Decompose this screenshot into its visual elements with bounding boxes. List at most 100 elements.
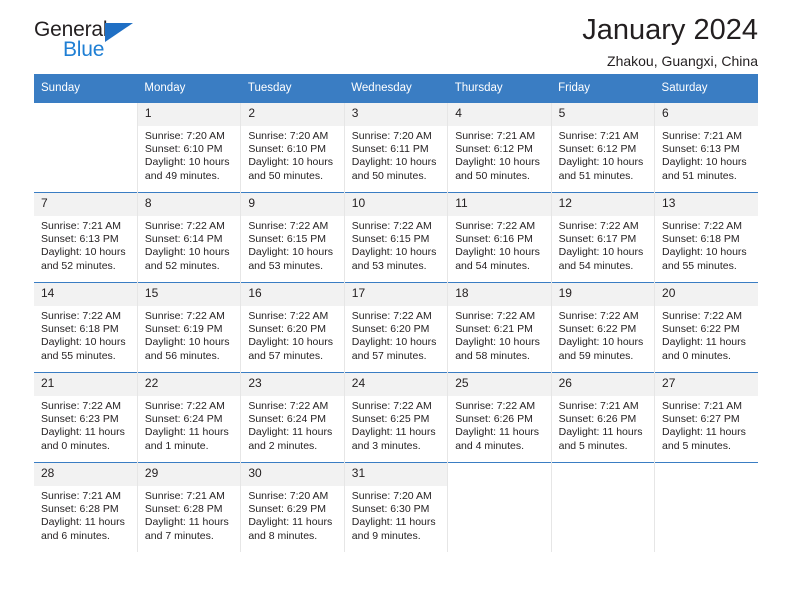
- day-detail-line: Daylight: 10 hours: [662, 246, 747, 259]
- day-number: [448, 463, 551, 486]
- day-detail-line: Sunrise: 7:22 AM: [351, 220, 432, 232]
- day-detail-line: Daylight: 10 hours: [248, 246, 333, 259]
- calendar-day-cell[interactable]: 27 Sunrise: 7:21 AM Sunset: 6:27 PM Dayligh…: [654, 372, 758, 463]
- calendar-day-cell[interactable]: 3 Sunrise: 7:20 AM Sunset: 6:11 PM Daylight…: [343, 102, 448, 193]
- calendar-day-cell[interactable]: 15 Sunrise: 7:22 AM Sunset: 6:19 PM Dayligh…: [136, 282, 241, 373]
- calendar-day-cell[interactable]: 14 Sunrise: 7:22 AM Sunset: 6:18 PM Dayligh…: [34, 282, 138, 373]
- day-detail-line: Daylight: 11 hours: [41, 426, 125, 439]
- day-details: Sunrise: 7:22 AM Sunset: 6:22 PM Daylight:…: [552, 306, 654, 363]
- calendar-day-cell[interactable]: 30 Sunrise: 7:20 AM Sunset: 6:29 PM Dayligh…: [240, 462, 345, 552]
- day-number: 21: [34, 373, 137, 396]
- day-detail-line: Sunrise: 7:22 AM: [41, 400, 121, 412]
- day-details: Sunrise: 7:21 AM Sunset: 6:26 PM Daylight:…: [552, 396, 654, 453]
- day-detail-line: Sunrise: 7:21 AM: [662, 400, 742, 412]
- day-detail-line: Sunrise: 7:21 AM: [144, 490, 225, 502]
- day-number: 20: [655, 283, 758, 306]
- calendar-day-cell[interactable]: 6 Sunrise: 7:21 AM Sunset: 6:13 PM Daylight…: [654, 102, 758, 193]
- calendar-day-cell[interactable]: 22 Sunrise: 7:22 AM Sunset: 6:24 PM Dayligh…: [136, 372, 241, 463]
- day-detail-line: Daylight: 11 hours: [455, 426, 540, 439]
- day-detail-line: Sunset: 6:21 PM: [455, 323, 533, 336]
- day-number: 22: [137, 373, 241, 396]
- day-detail-line: Sunset: 6:16 PM: [455, 233, 533, 246]
- calendar-day-cell[interactable]: 31 Sunrise: 7:20 AM Sunset: 6:30 PM Dayligh…: [343, 462, 448, 552]
- weekday-header-tuesday: Tuesday: [240, 74, 345, 103]
- calendar-week-row: 7 Sunrise: 7:21 AM Sunset: 6:13 PM Daylight…: [34, 192, 758, 283]
- day-details: Sunrise: 7:22 AM Sunset: 6:20 PM Daylight:…: [345, 306, 447, 363]
- calendar-week-row: 14 Sunrise: 7:22 AM Sunset: 6:18 PM Dayligh…: [34, 282, 758, 373]
- calendar-day-cell[interactable]: 4 Sunrise: 7:21 AM Sunset: 6:12 PM Daylight…: [447, 102, 552, 193]
- day-details: Sunrise: 7:22 AM Sunset: 6:15 PM Daylight:…: [241, 216, 343, 273]
- page-header: General Blue January 2024 Zhakou, Guangx…: [34, 0, 758, 74]
- day-details: Sunrise: 7:22 AM Sunset: 6:18 PM Daylight:…: [34, 306, 137, 363]
- calendar-day-cell[interactable]: 29 Sunrise: 7:21 AM Sunset: 6:28 PM Dayligh…: [136, 462, 241, 552]
- calendar-day-cell[interactable]: 19 Sunrise: 7:22 AM Sunset: 6:22 PM Dayligh…: [550, 282, 655, 373]
- calendar-day-cell[interactable]: 18 Sunrise: 7:22 AM Sunset: 6:21 PM Dayligh…: [447, 282, 552, 373]
- day-detail-line: Sunrise: 7:22 AM: [144, 400, 225, 412]
- calendar-day-cell[interactable]: 1 Sunrise: 7:20 AM Sunset: 6:10 PM Daylight…: [136, 102, 241, 193]
- day-detail-line: Sunset: 6:27 PM: [662, 413, 740, 426]
- calendar-day-cell[interactable]: 10 Sunrise: 7:22 AM Sunset: 6:15 PM Dayligh…: [343, 192, 448, 283]
- day-detail-line: Sunrise: 7:22 AM: [662, 220, 742, 232]
- day-details: Sunrise: 7:21 AM Sunset: 6:13 PM Daylight:…: [34, 216, 137, 273]
- day-detail-line: Daylight: 10 hours: [455, 246, 540, 259]
- calendar-day-cell[interactable]: 8 Sunrise: 7:22 AM Sunset: 6:14 PM Daylight…: [136, 192, 241, 283]
- day-details: [448, 486, 550, 490]
- day-detail-line: Daylight: 11 hours: [144, 426, 229, 439]
- calendar-day-cell[interactable]: 11 Sunrise: 7:22 AM Sunset: 6:16 PM Dayligh…: [447, 192, 552, 283]
- calendar-day-cell[interactable]: 26 Sunrise: 7:21 AM Sunset: 6:26 PM Dayligh…: [550, 372, 655, 463]
- day-details: Sunrise: 7:21 AM Sunset: 6:27 PM Daylight:…: [655, 396, 758, 453]
- weekday-header-row: Sunday Monday Tuesday Wednesday Thursday…: [34, 74, 758, 103]
- day-detail-line: Sunrise: 7:22 AM: [455, 220, 536, 232]
- day-detail-line: Sunset: 6:20 PM: [248, 323, 326, 336]
- calendar-day-cell[interactable]: 16 Sunrise: 7:22 AM Sunset: 6:20 PM Dayligh…: [240, 282, 345, 373]
- weekday-header-sunday: Sunday: [34, 74, 138, 103]
- calendar-day-cell[interactable]: 13 Sunrise: 7:22 AM Sunset: 6:18 PM Dayligh…: [654, 192, 758, 283]
- day-detail-line: Sunset: 6:18 PM: [662, 233, 740, 246]
- calendar-day-cell[interactable]: 9 Sunrise: 7:22 AM Sunset: 6:15 PM Daylight…: [240, 192, 345, 283]
- general-blue-logo[interactable]: General Blue: [34, 18, 154, 64]
- day-detail-line: and 49 minutes.: [144, 169, 220, 182]
- day-detail-line: Sunrise: 7:20 AM: [144, 130, 225, 142]
- day-number: 15: [137, 283, 241, 306]
- day-number: [655, 463, 758, 486]
- day-number: 10: [344, 193, 448, 216]
- calendar-day-cell[interactable]: 21 Sunrise: 7:22 AM Sunset: 6:23 PM Dayligh…: [34, 372, 138, 463]
- calendar-body: 1 Sunrise: 7:20 AM Sunset: 6:10 PM Daylight…: [34, 102, 758, 552]
- day-detail-line: and 51 minutes.: [558, 169, 634, 182]
- calendar-day-cell[interactable]: 5 Sunrise: 7:21 AM Sunset: 6:12 PM Daylight…: [550, 102, 655, 193]
- day-number: 3: [344, 103, 448, 126]
- day-number: 17: [344, 283, 448, 306]
- day-detail-line: Daylight: 10 hours: [248, 156, 333, 169]
- day-detail-line: and 50 minutes.: [455, 169, 530, 182]
- calendar-day-cell[interactable]: 24 Sunrise: 7:22 AM Sunset: 6:25 PM Dayligh…: [343, 372, 448, 463]
- day-number: 12: [551, 193, 655, 216]
- day-detail-line: and 52 minutes.: [144, 259, 220, 272]
- calendar-day-cell[interactable]: 2 Sunrise: 7:20 AM Sunset: 6:10 PM Daylight…: [240, 102, 345, 193]
- day-detail-line: Sunset: 6:26 PM: [455, 413, 533, 426]
- calendar-day-cell[interactable]: 28 Sunrise: 7:21 AM Sunset: 6:28 PM Dayligh…: [34, 462, 138, 552]
- day-detail-line: Sunrise: 7:22 AM: [455, 400, 536, 412]
- day-detail-line: Sunset: 6:15 PM: [351, 233, 430, 246]
- day-detail-line: and 0 minutes.: [662, 349, 731, 362]
- calendar-day-cell[interactable]: 25 Sunrise: 7:22 AM Sunset: 6:26 PM Dayligh…: [447, 372, 552, 463]
- day-detail-line: Daylight: 10 hours: [558, 246, 644, 259]
- day-detail-line: Sunset: 6:14 PM: [144, 233, 223, 246]
- day-detail-line: Sunset: 6:26 PM: [558, 413, 637, 426]
- calendar-day-cell[interactable]: 17 Sunrise: 7:22 AM Sunset: 6:20 PM Dayligh…: [343, 282, 448, 373]
- day-detail-line: Daylight: 11 hours: [662, 336, 746, 349]
- day-detail-line: Sunrise: 7:22 AM: [455, 310, 536, 322]
- day-detail-line: Sunrise: 7:22 AM: [248, 220, 329, 232]
- day-detail-line: Sunset: 6:20 PM: [351, 323, 430, 336]
- calendar-week-row: 28 Sunrise: 7:21 AM Sunset: 6:28 PM Dayligh…: [34, 462, 758, 552]
- weekday-header-saturday: Saturday: [654, 74, 758, 103]
- calendar-day-cell[interactable]: 12 Sunrise: 7:22 AM Sunset: 6:17 PM Dayligh…: [550, 192, 655, 283]
- day-detail-line: and 59 minutes.: [558, 349, 634, 362]
- calendar-day-cell[interactable]: 7 Sunrise: 7:21 AM Sunset: 6:13 PM Daylight…: [34, 192, 138, 283]
- calendar-day-cell[interactable]: 23 Sunrise: 7:22 AM Sunset: 6:24 PM Dayligh…: [240, 372, 345, 463]
- day-number: 27: [655, 373, 758, 396]
- day-details: Sunrise: 7:22 AM Sunset: 6:23 PM Daylight:…: [34, 396, 137, 453]
- day-number: 9: [241, 193, 344, 216]
- day-detail-line: Sunset: 6:12 PM: [455, 143, 533, 156]
- calendar-day-cell[interactable]: 20 Sunrise: 7:22 AM Sunset: 6:22 PM Dayligh…: [654, 282, 758, 373]
- day-details: Sunrise: 7:21 AM Sunset: 6:13 PM Daylight:…: [655, 126, 758, 183]
